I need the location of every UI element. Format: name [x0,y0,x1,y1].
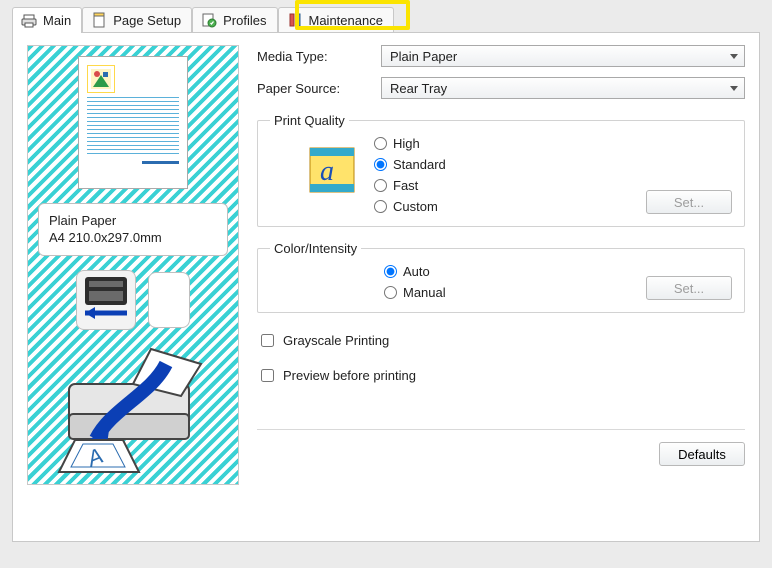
print-quality-group: Print Quality a [257,113,745,227]
tab-page-setup[interactable]: Page Setup [82,7,192,32]
settings-column: Media Type: Plain Paper Paper Source: Re… [257,45,745,485]
color-intensity-legend: Color/Intensity [270,241,361,256]
preview-thumb-icon [87,65,115,93]
quality-high-radio[interactable] [374,137,387,150]
color-set-button: Set... [646,276,732,300]
paper-info-line2: A4 210.0x297.0mm [49,229,217,247]
paper-info-card: Plain Paper A4 210.0x297.0mm [38,203,228,256]
tab-page-setup-label: Page Setup [113,13,181,28]
grayscale-checkbox[interactable] [261,334,274,347]
quality-high-label: High [393,136,420,151]
maintenance-icon [287,12,303,28]
preview-column: Plain Paper A4 210.0x297.0mm [27,45,239,485]
media-type-value: Plain Paper [390,49,457,64]
preview-label: Preview before printing [283,368,416,383]
page-setup-icon [91,12,107,28]
paper-source-select[interactable]: Rear Tray [381,77,745,99]
quality-fast-radio[interactable] [374,179,387,192]
tab-profiles[interactable]: Profiles [192,7,277,32]
svg-text:a: a [320,156,334,187]
quality-fast-label: Fast [393,178,418,193]
tab-profiles-label: Profiles [223,13,266,28]
defaults-button[interactable]: Defaults [659,442,745,466]
tab-main-label: Main [43,13,71,28]
paper-orientation-icon[interactable] [148,272,190,328]
color-manual-option[interactable]: Manual [384,285,484,300]
quality-custom-option[interactable]: Custom [374,199,474,214]
quality-standard-radio[interactable] [374,158,387,171]
tab-maintenance[interactable]: Maintenance [278,7,394,32]
color-auto-radio[interactable] [384,265,397,278]
quality-set-button: Set... [646,190,732,214]
grayscale-label: Grayscale Printing [283,333,389,348]
quality-fast-option[interactable]: Fast [374,178,474,193]
grayscale-check-row[interactable]: Grayscale Printing [257,331,745,350]
quality-standard-label: Standard [393,157,446,172]
tab-strip: Main Page Setup Profiles [12,6,760,32]
printer-icon [21,13,37,29]
media-type-select[interactable]: Plain Paper [381,45,745,67]
color-auto-option[interactable]: Auto [384,264,484,279]
print-quality-legend: Print Quality [270,113,349,128]
print-quality-icon: a [308,146,356,194]
media-type-label: Media Type: [257,49,381,64]
paper-info-line1: Plain Paper [49,212,217,230]
quality-custom-label: Custom [393,199,438,214]
printer-settings-dialog: Main Page Setup Profiles [0,0,772,554]
color-manual-label: Manual [403,285,446,300]
document-preview [78,56,188,189]
divider [257,429,745,430]
paper-source-label: Paper Source: [257,81,381,96]
quality-standard-option[interactable]: Standard [374,157,474,172]
preview-checkbox[interactable] [261,369,274,382]
quality-high-option[interactable]: High [374,136,474,151]
tab-main[interactable]: Main [12,7,82,33]
paper-source-value: Rear Tray [390,81,447,96]
color-auto-label: Auto [403,264,430,279]
color-manual-radio[interactable] [384,286,397,299]
quality-custom-radio[interactable] [374,200,387,213]
tab-maintenance-label: Maintenance [309,13,383,28]
rear-tray-icon[interactable] [76,270,136,330]
preview-check-row[interactable]: Preview before printing [257,366,745,385]
main-tab-panel: Plain Paper A4 210.0x297.0mm [12,32,760,542]
preview-area: Plain Paper A4 210.0x297.0mm [27,45,239,485]
color-intensity-group: Color/Intensity Auto Manual [257,241,745,313]
printer-illustration: A [51,344,216,474]
profiles-icon [201,12,217,28]
